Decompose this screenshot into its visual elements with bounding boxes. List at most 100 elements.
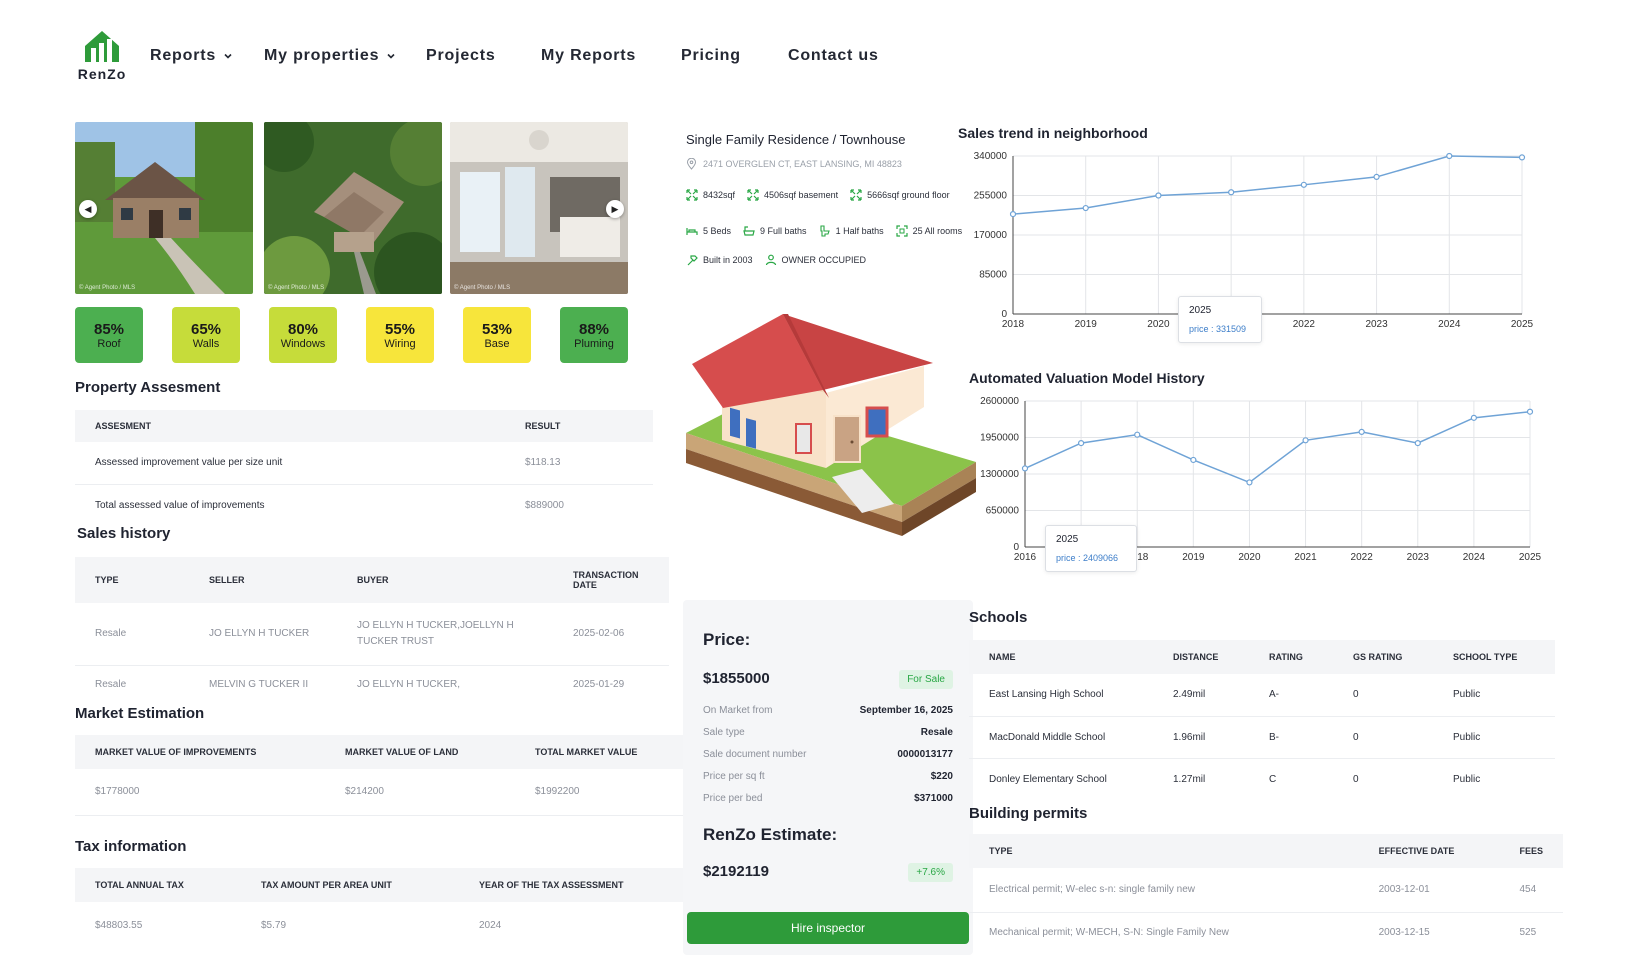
- property-photo-bedroom[interactable]: © Agent Photo / MLS ▶: [450, 122, 628, 294]
- x-tick-label: 2024: [1438, 319, 1461, 330]
- data-point: [1009, 210, 1017, 218]
- house-exterior-image: [75, 122, 253, 294]
- table-cell: Assessed improvement value per size unit: [75, 442, 505, 485]
- table-cell: 1.96mil: [1153, 716, 1249, 759]
- table-cell: 0: [1353, 773, 1359, 785]
- x-tick-label: 2020: [1238, 552, 1261, 563]
- condition-badge-walls: 65% Walls: [172, 307, 240, 363]
- y-tick-label: 340000: [974, 151, 1008, 162]
- table-row: MacDonald Middle School 1.96mil B- 0 Pub…: [969, 716, 1555, 759]
- bedroom-image: [450, 122, 628, 294]
- logo-icon: [85, 31, 119, 62]
- detail-value: $220: [930, 771, 953, 782]
- data-point: [1358, 428, 1365, 435]
- data-point: [1078, 440, 1085, 447]
- y-tick-label: 255000: [974, 191, 1008, 202]
- series-line: [1024, 410, 1531, 484]
- next-photo-button[interactable]: ▶: [606, 200, 624, 218]
- logo[interactable]: RenZo: [74, 28, 130, 84]
- data-point: [1518, 154, 1526, 161]
- condition-badge-roof: 85% Roof: [75, 307, 143, 363]
- table-row: Electrical permit; W-elec s-n: single fa…: [969, 868, 1563, 913]
- column-header: TYPE: [75, 557, 189, 603]
- sales-history-table: TYPE SELLER BUYER TRANSACTION DATE Resal…: [75, 557, 669, 703]
- condition-badge-pluming: 88% Pluming: [560, 307, 628, 363]
- photo-caption: © Agent Photo / MLS: [79, 285, 136, 291]
- condition-label: Pluming: [574, 338, 614, 350]
- photo-caption: © Agent Photo / MLS: [268, 285, 325, 291]
- condition-label: Windows: [280, 338, 326, 350]
- detail-value: Resale: [920, 727, 953, 738]
- avm-history-title: Automated Valuation Model History: [969, 370, 1205, 386]
- nav-projects[interactable]: Projects: [426, 47, 496, 65]
- detail-row: On Market from September 16, 2025: [703, 705, 953, 716]
- feature-ground-floor: 5666sqf ground floor: [850, 189, 950, 201]
- data-point: [1446, 152, 1453, 160]
- data-point: [1302, 437, 1309, 444]
- table-row: East Lansing High School 2.49mil A- 0 Pu…: [969, 674, 1555, 717]
- column-header: ASSESMENT: [75, 410, 505, 442]
- column-header: GS RATING: [1333, 640, 1433, 674]
- schools-table: NAME DISTANCE RATING GS RATING SCHOOL TY…: [969, 640, 1555, 800]
- detail-key: Sale document number: [703, 749, 807, 760]
- table-cell: 2003-12-15: [1378, 926, 1430, 938]
- hire-inspector-button[interactable]: Hire inspector: [687, 912, 969, 944]
- tax-table: TOTAL ANNUAL TAX TAX AMOUNT PER AREA UNI…: [75, 868, 683, 948]
- x-tick-label: 2023: [1365, 319, 1388, 330]
- bed-icon: [686, 228, 698, 235]
- table-cell: JO ELLYN H TUCKER,: [357, 678, 460, 690]
- nav-reports[interactable]: Reports: [150, 47, 233, 65]
- table-cell: Mechanical permit; W-MECH, S-N: Single F…: [989, 926, 1229, 938]
- x-tick-label: 2020: [1147, 319, 1170, 330]
- nav-my-properties[interactable]: My properties: [264, 47, 396, 65]
- y-tick-label: 2600000: [980, 396, 1019, 407]
- table-cell: East Lansing High School: [969, 674, 1153, 717]
- data-point: [1021, 465, 1029, 472]
- property-photo-front[interactable]: © Agent Photo / MLS ◀: [75, 122, 253, 294]
- nav-my-reports[interactable]: My Reports: [541, 47, 636, 65]
- table-row: Donley Elementary School 1.27mil C 0 Pub…: [969, 758, 1555, 800]
- detail-row: Price per bed $371000: [703, 793, 953, 804]
- data-point: [1082, 204, 1089, 212]
- property-type-title: Single Family Residence / Townhouse: [686, 132, 906, 147]
- expand-area-icon: [747, 189, 759, 201]
- feature-text: OWNER OCCUPIED: [781, 255, 867, 265]
- detail-value: $371000: [914, 793, 953, 804]
- photo-caption: © Agent Photo / MLS: [454, 285, 511, 291]
- tooltip-value: price : 331509: [1189, 324, 1247, 334]
- condition-label: Walls: [192, 338, 220, 350]
- detail-key: Price per sq ft: [703, 771, 765, 782]
- sales-trend-tooltip: 2025 price : 331509: [1178, 296, 1262, 343]
- table-cell: 0: [1333, 674, 1433, 717]
- nav-contact-us[interactable]: Contact us: [788, 47, 879, 65]
- data-point: [1228, 189, 1235, 196]
- top-nav: RenZo Reports My properties Projects My …: [0, 0, 1652, 100]
- assessment-title: Property Assesment: [75, 379, 221, 396]
- nav-label: My properties: [264, 47, 380, 64]
- location-pin-icon: [686, 158, 697, 170]
- prev-photo-button[interactable]: ◀: [79, 200, 97, 218]
- nav-label: Pricing: [681, 47, 741, 64]
- data-point: [1134, 431, 1141, 438]
- table-cell: Resale: [95, 678, 127, 690]
- column-header: TAX AMOUNT PER AREA UNIT: [241, 868, 459, 902]
- x-tick-label: 2019: [1075, 319, 1098, 330]
- table-cell: MacDonald Middle School: [969, 716, 1153, 759]
- sales-history-title: Sales history: [77, 525, 171, 542]
- column-header: NAME: [969, 640, 1153, 674]
- person-icon: [765, 254, 776, 266]
- x-tick-label: 2022: [1351, 552, 1374, 563]
- estimate-heading: RenZo Estimate:: [703, 825, 838, 844]
- table-cell: $1778000: [75, 769, 325, 816]
- tooltip-year: 2025: [1189, 305, 1212, 316]
- property-photo-aerial[interactable]: © Agent Photo / MLS: [264, 122, 442, 294]
- table-cell: 2003-12-01: [1358, 868, 1500, 913]
- table-row: Resale MELVIN G TUCKER II JO ELLYN H TUC…: [75, 665, 669, 703]
- x-tick-label: 2023: [1407, 552, 1430, 563]
- nav-pricing[interactable]: Pricing: [681, 47, 741, 65]
- column-header: EFFECTIVE DATE: [1358, 834, 1500, 868]
- condition-percent: 55%: [384, 321, 416, 338]
- feature-full-baths: 9 Full baths: [743, 225, 807, 237]
- misc-features: Built in 2003 OWNER OCCUPIED: [686, 254, 866, 266]
- data-point: [1526, 408, 1534, 415]
